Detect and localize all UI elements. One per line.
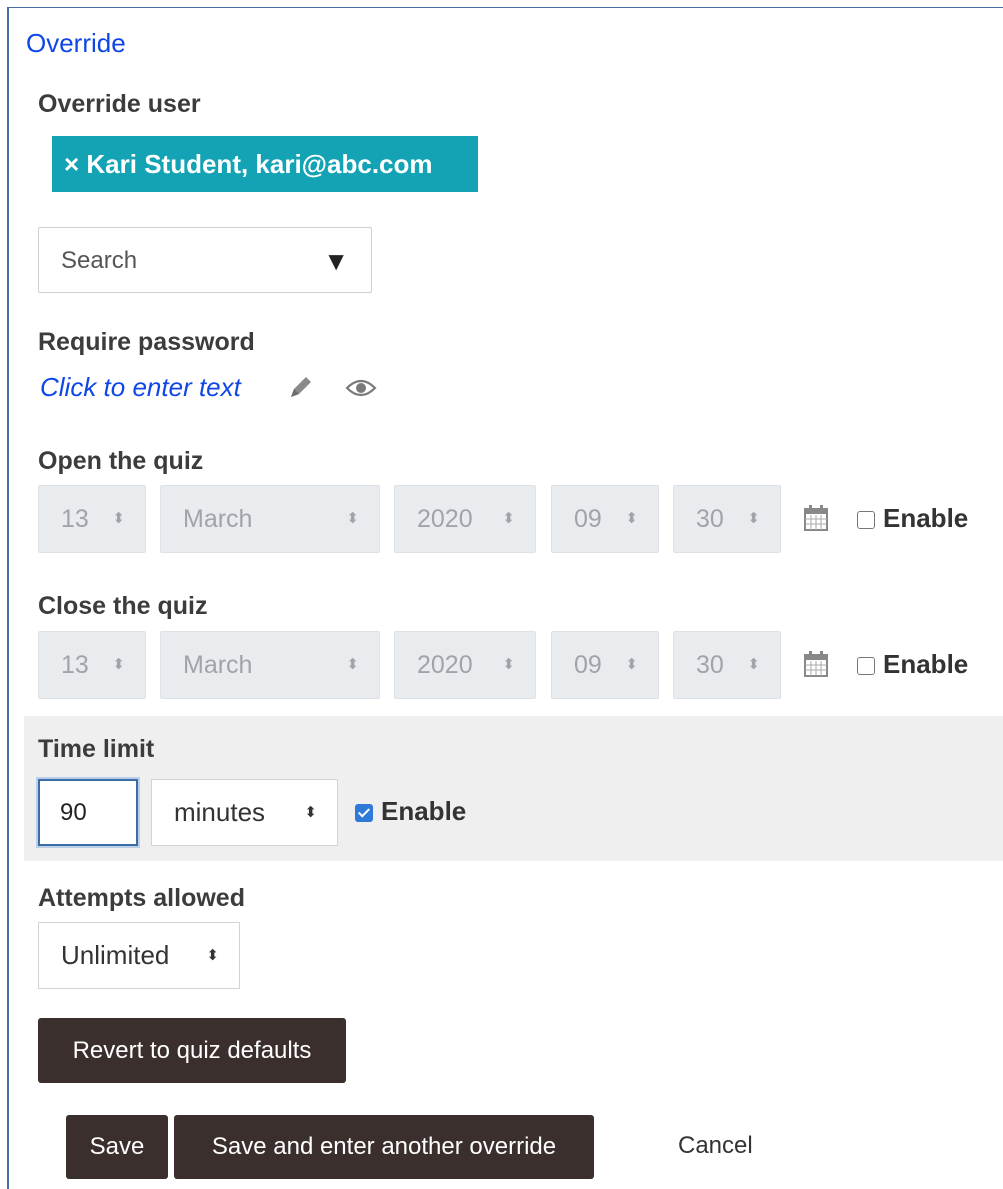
attempts-allowed-select[interactable]: Unlimited ⬍ — [38, 922, 240, 989]
updown-arrows-icon: ⬍ — [502, 510, 515, 527]
updown-arrows-icon: ⬍ — [206, 947, 219, 964]
triangle-down-icon: ▼ — [323, 246, 349, 276]
pencil-icon[interactable] — [287, 373, 315, 403]
updown-arrows-icon: ⬍ — [304, 804, 317, 821]
updown-arrows-icon: ⬍ — [625, 656, 638, 673]
close-enable-checkbox[interactable]: Enable — [857, 649, 968, 680]
close-month-select[interactable]: March ⬍ — [160, 631, 380, 699]
revert-defaults-button[interactable]: Revert to quiz defaults — [38, 1018, 346, 1083]
search-placeholder: Search — [61, 247, 138, 274]
require-password-label: Require password — [38, 328, 255, 356]
attempts-allowed-label: Attempts allowed — [38, 884, 245, 912]
time-limit-enable-checkbox[interactable]: Enable — [355, 796, 466, 827]
checkbox-checked-icon — [355, 804, 373, 823]
updown-arrows-icon: ⬍ — [625, 510, 638, 527]
updown-arrows-icon: ⬍ — [346, 656, 359, 673]
open-hour-select[interactable]: 09 ⬍ — [551, 485, 659, 553]
close-quiz-label: Close the quiz — [38, 592, 208, 620]
open-quiz-label: Open the quiz — [38, 447, 204, 475]
updown-arrows-icon: ⬍ — [112, 656, 125, 673]
close-day-select[interactable]: 13 ⬍ — [38, 631, 146, 699]
time-limit-label: Time limit — [38, 735, 155, 763]
checkbox-unchecked-icon — [857, 511, 875, 530]
updown-arrows-icon: ⬍ — [502, 656, 515, 673]
user-search-dropdown[interactable]: Search ▼ — [38, 227, 372, 293]
updown-arrows-icon: ⬍ — [747, 510, 760, 527]
open-month-select[interactable]: March ⬍ — [160, 485, 380, 553]
open-enable-checkbox[interactable]: Enable — [857, 503, 968, 534]
save-button[interactable]: Save — [66, 1115, 168, 1179]
eye-icon[interactable] — [345, 376, 377, 400]
open-minute-select[interactable]: 30 ⬍ — [673, 485, 781, 553]
override-user-label: Override user — [38, 90, 201, 118]
checkbox-unchecked-icon — [857, 657, 875, 676]
save-and-add-another-button[interactable]: Save and enter another override — [174, 1115, 594, 1179]
password-edit-link[interactable]: Click to enter text — [40, 372, 241, 403]
updown-arrows-icon: ⬍ — [346, 510, 359, 527]
cancel-button[interactable]: Cancel — [678, 1132, 753, 1160]
open-year-select[interactable]: 2020 ⬍ — [394, 485, 536, 553]
close-hour-select[interactable]: 09 ⬍ — [551, 631, 659, 699]
updown-arrows-icon: ⬍ — [747, 656, 760, 673]
open-day-select[interactable]: 13 ⬍ — [38, 485, 146, 553]
time-limit-input[interactable]: 90 — [38, 779, 138, 846]
close-year-select[interactable]: 2020 ⬍ — [394, 631, 536, 699]
calendar-icon[interactable] — [803, 504, 829, 532]
fieldset-legend-override[interactable]: Override — [26, 28, 126, 59]
calendar-icon[interactable] — [803, 650, 829, 678]
close-minute-select[interactable]: 30 ⬍ — [673, 631, 781, 699]
time-limit-unit-select[interactable]: minutes ⬍ — [151, 779, 338, 846]
updown-arrows-icon: ⬍ — [112, 510, 125, 527]
selected-user-chip[interactable]: × Kari Student, kari@abc.com — [52, 136, 478, 192]
